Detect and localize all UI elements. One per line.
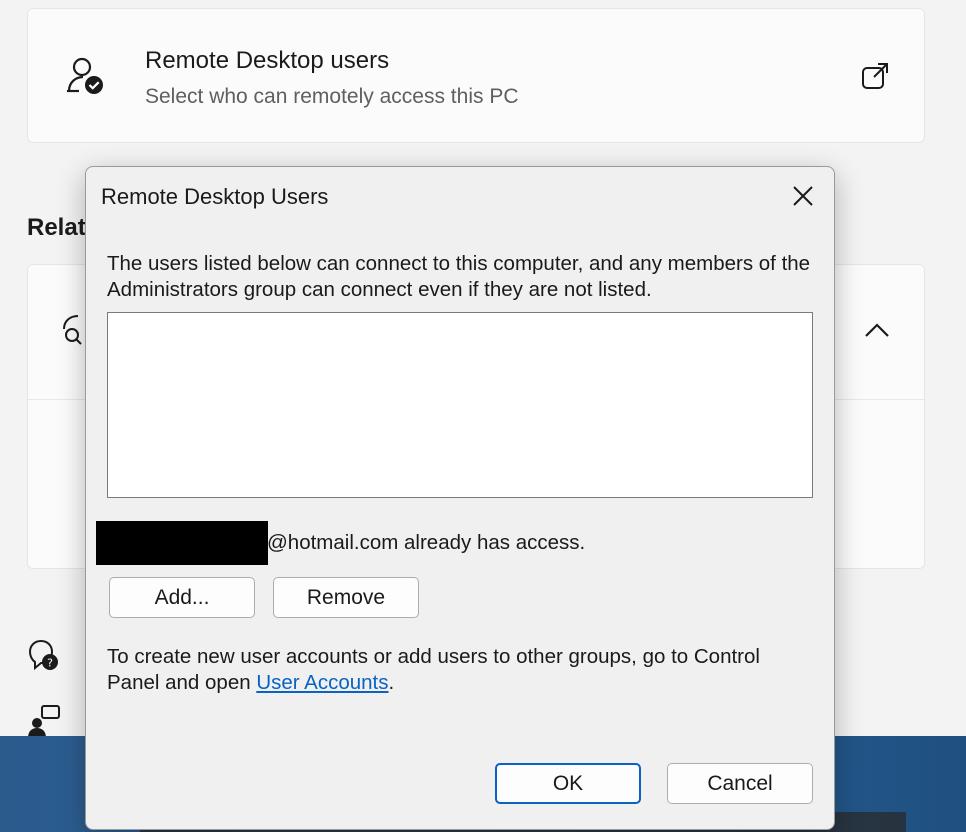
footer-text-body: To create new user accounts or add users… [107,645,760,694]
ok-button[interactable]: OK [495,763,641,804]
feedback-icon[interactable] [26,703,62,739]
dialog-description: The users listed below can connect to th… [107,252,811,301]
cancel-button[interactable]: Cancel [667,763,813,804]
remove-button[interactable]: Remove [273,577,419,618]
redacted-username [96,521,268,565]
card-subtitle: Select who can remotely access this PC [145,85,519,108]
close-icon[interactable] [788,181,818,211]
access-status-text: @hotmail.com already has access. [267,531,586,554]
footer-text-end: . [388,671,395,694]
help-icon[interactable]: ? [26,638,62,674]
users-listbox[interactable] [107,312,813,498]
open-external-icon[interactable] [860,61,890,91]
related-heading: Relat [27,214,86,241]
chevron-up-icon[interactable] [862,319,892,341]
footer-text: To create new user accounts or add users… [107,644,817,696]
svg-text:?: ? [47,657,53,670]
user-accounts-link[interactable]: User Accounts [256,671,388,694]
remote-desktop-users-dialog: Remote Desktop Users The users listed be… [85,166,835,830]
users-check-icon [67,57,103,94]
card-title: Remote Desktop users [145,47,390,74]
remote-desktop-users-card[interactable]: Remote Desktop users Select who can remo… [27,8,925,143]
dialog-title: Remote Desktop Users [101,184,329,209]
add-button[interactable]: Add... [109,577,255,618]
